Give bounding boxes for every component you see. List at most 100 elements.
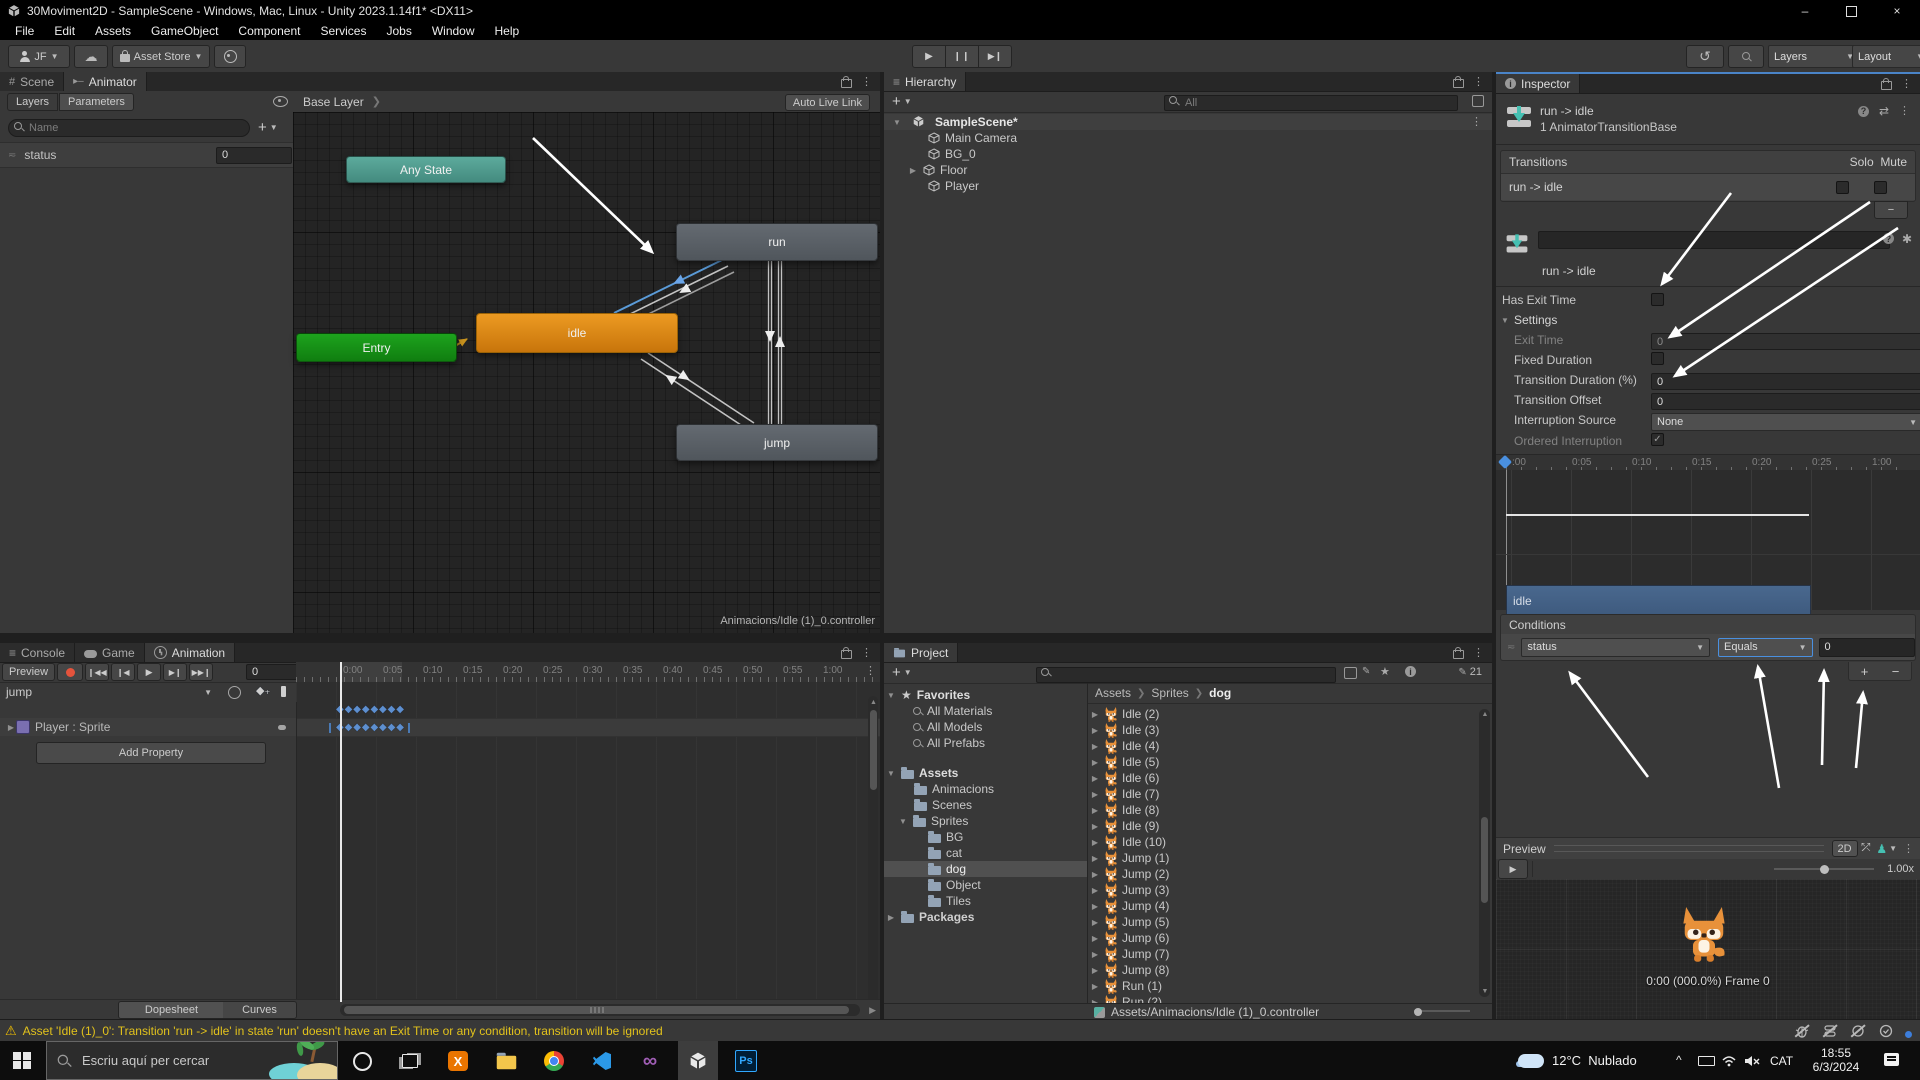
hierarchy-row[interactable]: Main Camera: [884, 130, 1492, 146]
file-row[interactable]: ▶Idle (7): [1088, 786, 1492, 802]
tree-tiles[interactable]: Tiles: [884, 893, 1087, 909]
lock-icon[interactable]: [1881, 81, 1892, 90]
taskbar-unity-active[interactable]: [678, 1041, 718, 1080]
state-entry[interactable]: Entry: [296, 333, 457, 362]
file-row[interactable]: ▶Idle (3): [1088, 722, 1492, 738]
clip-dropdown[interactable]: jump ▼: [0, 682, 218, 702]
preview-speed-slider[interactable]: [1774, 868, 1874, 870]
add-keyframe-icon[interactable]: ◆₊: [256, 686, 270, 696]
file-row[interactable]: ▶Jump (5): [1088, 914, 1492, 930]
scroll-up-icon[interactable]: ▲: [1482, 711, 1489, 718]
solo-checkbox[interactable]: [1836, 181, 1849, 194]
scroll-thumb[interactable]: [1481, 817, 1488, 903]
services-button[interactable]: [214, 45, 246, 68]
undo-history-button[interactable]: ↺: [1686, 45, 1724, 68]
scroll-right-icon[interactable]: ▶: [869, 1005, 876, 1016]
file-row[interactable]: ▶Idle (5): [1088, 754, 1492, 770]
playhead-line[interactable]: [340, 662, 342, 1002]
file-row[interactable]: ▶Jump (6): [1088, 930, 1492, 946]
tree-all-materials[interactable]: All Materials: [884, 703, 1087, 719]
tree-packages[interactable]: ▶Packages: [884, 909, 1087, 925]
wifi-icon[interactable]: [1722, 1054, 1736, 1066]
parameter-search-input[interactable]: [8, 119, 250, 137]
condition-value-field[interactable]: 0: [1819, 638, 1915, 657]
dock-divider[interactable]: [0, 633, 1492, 643]
file-row[interactable]: ▶Idle (8): [1088, 802, 1492, 818]
project-search[interactable]: [1036, 665, 1336, 681]
taskbar-search[interactable]: Escriu aquí per cercar: [46, 1041, 338, 1080]
help-icon[interactable]: ?: [1883, 233, 1894, 244]
settings-foldout-label[interactable]: Settings: [1514, 313, 1557, 327]
taskbar-xampp[interactable]: X: [438, 1041, 478, 1080]
scroll-thumb[interactable]: [870, 710, 877, 790]
parameter-search[interactable]: [8, 118, 250, 136]
taskbar-clock[interactable]: 18:55 6/3/2024: [1808, 1046, 1864, 1074]
tree-all-prefabs[interactable]: All Prefabs: [884, 735, 1087, 751]
next-key-button[interactable]: ▶❙: [163, 663, 187, 681]
breadcrumb-sprites[interactable]: Sprites: [1151, 686, 1188, 700]
remove-transition-button[interactable]: −: [1874, 201, 1908, 219]
track-row[interactable]: ▶ Player : Sprite: [0, 718, 296, 736]
fixed-duration-checkbox[interactable]: [1651, 352, 1664, 365]
file-row[interactable]: ▶Jump (2): [1088, 866, 1492, 882]
slider-handle[interactable]: [1414, 1008, 1422, 1016]
file-row[interactable]: ▶Run (2): [1088, 994, 1492, 1003]
cache-disabled-icon[interactable]: [1822, 1024, 1838, 1038]
dopesheet-toggle[interactable]: Dopesheet: [118, 1001, 225, 1019]
condition-operator-dropdown[interactable]: Equals▼: [1718, 638, 1813, 657]
tree-animacions[interactable]: Animacions: [884, 781, 1087, 797]
add-event-icon[interactable]: [281, 686, 286, 697]
cloud-button[interactable]: ☁: [74, 45, 108, 68]
record-button[interactable]: [57, 663, 83, 681]
dock-divider[interactable]: [880, 72, 884, 1019]
search-by-label-icon[interactable]: ✎: [1362, 666, 1370, 677]
tab-scene[interactable]: #Scene: [0, 72, 64, 91]
file-row[interactable]: ▶Jump (8): [1088, 962, 1492, 978]
tab-console[interactable]: ≡Console: [0, 643, 75, 662]
condition-parameter-dropdown[interactable]: status▼: [1521, 638, 1710, 657]
hidden-count-badge[interactable]: ✎21: [1458, 666, 1482, 678]
dopesheet-hscrollbar[interactable]: [340, 1004, 860, 1016]
tree-favorites[interactable]: ▼★Favorites: [884, 687, 1087, 703]
state-run[interactable]: run: [676, 223, 878, 261]
anim-play-button[interactable]: ▶: [137, 663, 161, 681]
taskbar-visual-studio[interactable]: ∞: [630, 1041, 670, 1080]
animation-preview-button[interactable]: Preview: [2, 663, 55, 681]
dopesheet-vscrollbar[interactable]: ▲: [868, 696, 878, 1006]
tab-project[interactable]: Project: [884, 643, 958, 662]
file-row[interactable]: ▶Jump (4): [1088, 898, 1492, 914]
menu-window[interactable]: Window: [423, 24, 484, 38]
chevron-down-icon[interactable]: ▼: [1889, 844, 1897, 853]
state-machine-graph[interactable]: Any State Entry idle run jump Animacions…: [293, 112, 880, 633]
breadcrumb[interactable]: Base Layer: [293, 95, 364, 109]
taskbar-vscode[interactable]: [582, 1041, 622, 1080]
cortana-button[interactable]: [342, 1041, 382, 1080]
clip-bar[interactable]: idle: [1506, 585, 1811, 617]
taskbar-chrome[interactable]: [534, 1041, 574, 1080]
debugger-disabled-icon[interactable]: [1794, 1024, 1810, 1038]
pause-button[interactable]: ❙❙: [946, 45, 979, 68]
foldout-open-icon[interactable]: ▼: [884, 118, 902, 127]
plus-icon[interactable]: +: [884, 93, 901, 110]
parameter-value-field[interactable]: 0: [216, 147, 292, 164]
menu-services[interactable]: Services: [311, 24, 375, 38]
layout-dropdown[interactable]: Layout▼: [1852, 45, 1920, 68]
state-any-state[interactable]: Any State: [346, 156, 506, 183]
scroll-up-icon[interactable]: ▲: [870, 699, 877, 706]
presets-icon[interactable]: ⇄: [1879, 104, 1889, 118]
summary-keyframe-row[interactable]: ◆◆◆◆◆◆◆◆: [296, 702, 880, 718]
lock-icon[interactable]: [841, 79, 852, 88]
file-row[interactable]: ▶Jump (1): [1088, 850, 1492, 866]
taskbar-explorer[interactable]: [486, 1041, 526, 1080]
transition-name-field[interactable]: [1538, 231, 1890, 249]
file-row[interactable]: ▶Idle (10): [1088, 834, 1492, 850]
eye-icon[interactable]: [273, 96, 288, 107]
help-icon[interactable]: ?: [1858, 106, 1869, 117]
property-keyframe-row[interactable]: ◆◆◆◆◆◆◆◆: [296, 718, 880, 737]
auto-live-link-button[interactable]: Auto Live Link: [785, 94, 870, 111]
info-icon[interactable]: i: [1405, 666, 1416, 677]
preview-2d-toggle[interactable]: 2D: [1832, 840, 1858, 857]
file-row[interactable]: ▶Jump (3): [1088, 882, 1492, 898]
menu-assets[interactable]: Assets: [86, 24, 140, 38]
search-button[interactable]: [1728, 45, 1764, 68]
